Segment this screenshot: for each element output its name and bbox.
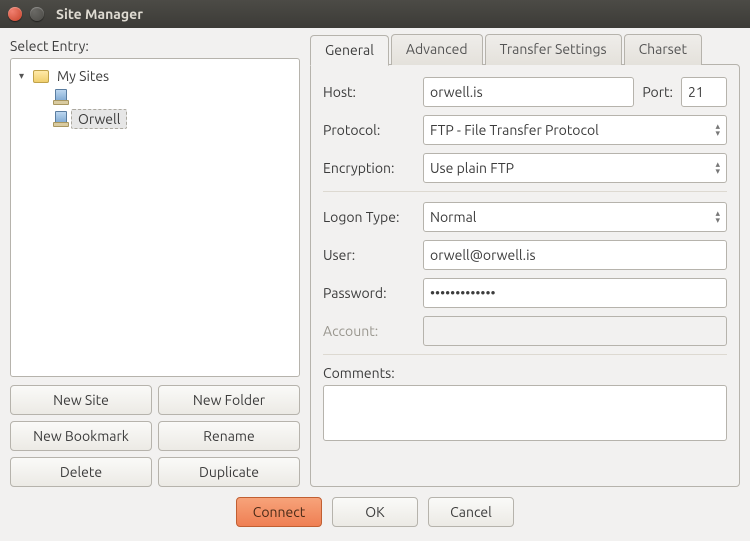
general-panel: Host: Port: Protocol: FTP - File Transfe… <box>310 64 740 487</box>
user-input[interactable] <box>423 240 727 270</box>
ok-button[interactable]: OK <box>332 497 418 527</box>
chevron-down-icon[interactable]: ▾ <box>19 70 29 82</box>
port-label: Port: <box>642 84 673 100</box>
host-input[interactable] <box>423 77 634 107</box>
comments-textarea[interactable] <box>323 385 727 441</box>
password-label: Password: <box>323 285 415 301</box>
select-entry-label: Select Entry: <box>10 38 300 54</box>
new-folder-button[interactable]: New Folder <box>158 385 300 415</box>
server-icon <box>53 89 67 105</box>
new-site-button[interactable]: New Site <box>10 385 152 415</box>
tree-item[interactable] <box>51 87 293 107</box>
tree-item-label <box>71 96 79 98</box>
separator <box>323 354 727 355</box>
comments-label: Comments: <box>323 365 727 381</box>
tree-item-orwell[interactable]: Orwell <box>51 107 293 131</box>
updown-icon: ▴▾ <box>715 123 720 137</box>
tree-root-label: My Sites <box>53 67 113 85</box>
encryption-label: Encryption: <box>323 160 415 176</box>
protocol-select[interactable]: FTP - File Transfer Protocol ▴▾ <box>423 115 727 145</box>
tab-advanced[interactable]: Advanced <box>391 34 483 65</box>
account-label: Account: <box>323 323 415 339</box>
tab-general[interactable]: General <box>310 35 389 66</box>
tree-item-label: Orwell <box>71 109 127 129</box>
cancel-button[interactable]: Cancel <box>428 497 514 527</box>
logon-type-select[interactable]: Normal ▴▾ <box>423 202 727 232</box>
port-input[interactable] <box>681 77 727 107</box>
encryption-value: Use plain FTP <box>430 160 514 176</box>
dialog-button-bar: Connect OK Cancel <box>10 487 740 531</box>
account-input <box>423 316 727 346</box>
duplicate-button[interactable]: Duplicate <box>158 457 300 487</box>
left-pane: Select Entry: ▾ My Sites Orwell New Site <box>10 34 300 487</box>
rename-button[interactable]: Rename <box>158 421 300 451</box>
tree-root-my-sites[interactable]: ▾ My Sites <box>17 65 293 87</box>
encryption-select[interactable]: Use plain FTP ▴▾ <box>423 153 727 183</box>
dialog-content: Select Entry: ▾ My Sites Orwell New Site <box>0 28 750 541</box>
close-icon[interactable] <box>8 7 22 21</box>
delete-button[interactable]: Delete <box>10 457 152 487</box>
right-pane: General Advanced Transfer Settings Chars… <box>310 34 740 487</box>
tab-charset[interactable]: Charset <box>624 34 702 65</box>
user-label: User: <box>323 247 415 263</box>
updown-icon: ▴▾ <box>715 161 720 175</box>
server-icon <box>53 111 67 127</box>
site-tree[interactable]: ▾ My Sites Orwell <box>10 58 300 377</box>
connect-button[interactable]: Connect <box>236 497 322 527</box>
tab-bar: General Advanced Transfer Settings Chars… <box>310 34 740 65</box>
protocol-label: Protocol: <box>323 122 415 138</box>
logon-type-label: Logon Type: <box>323 209 415 225</box>
tab-transfer-settings[interactable]: Transfer Settings <box>485 34 622 65</box>
updown-icon: ▴▾ <box>715 210 720 224</box>
titlebar: Site Manager <box>0 0 750 28</box>
host-label: Host: <box>323 84 415 100</box>
password-input[interactable] <box>423 278 727 308</box>
minimize-icon[interactable] <box>30 7 44 21</box>
separator <box>323 191 727 192</box>
logon-type-value: Normal <box>430 209 476 225</box>
folder-icon <box>33 70 49 83</box>
protocol-value: FTP - File Transfer Protocol <box>430 122 599 138</box>
new-bookmark-button[interactable]: New Bookmark <box>10 421 152 451</box>
window-title: Site Manager <box>56 6 143 22</box>
